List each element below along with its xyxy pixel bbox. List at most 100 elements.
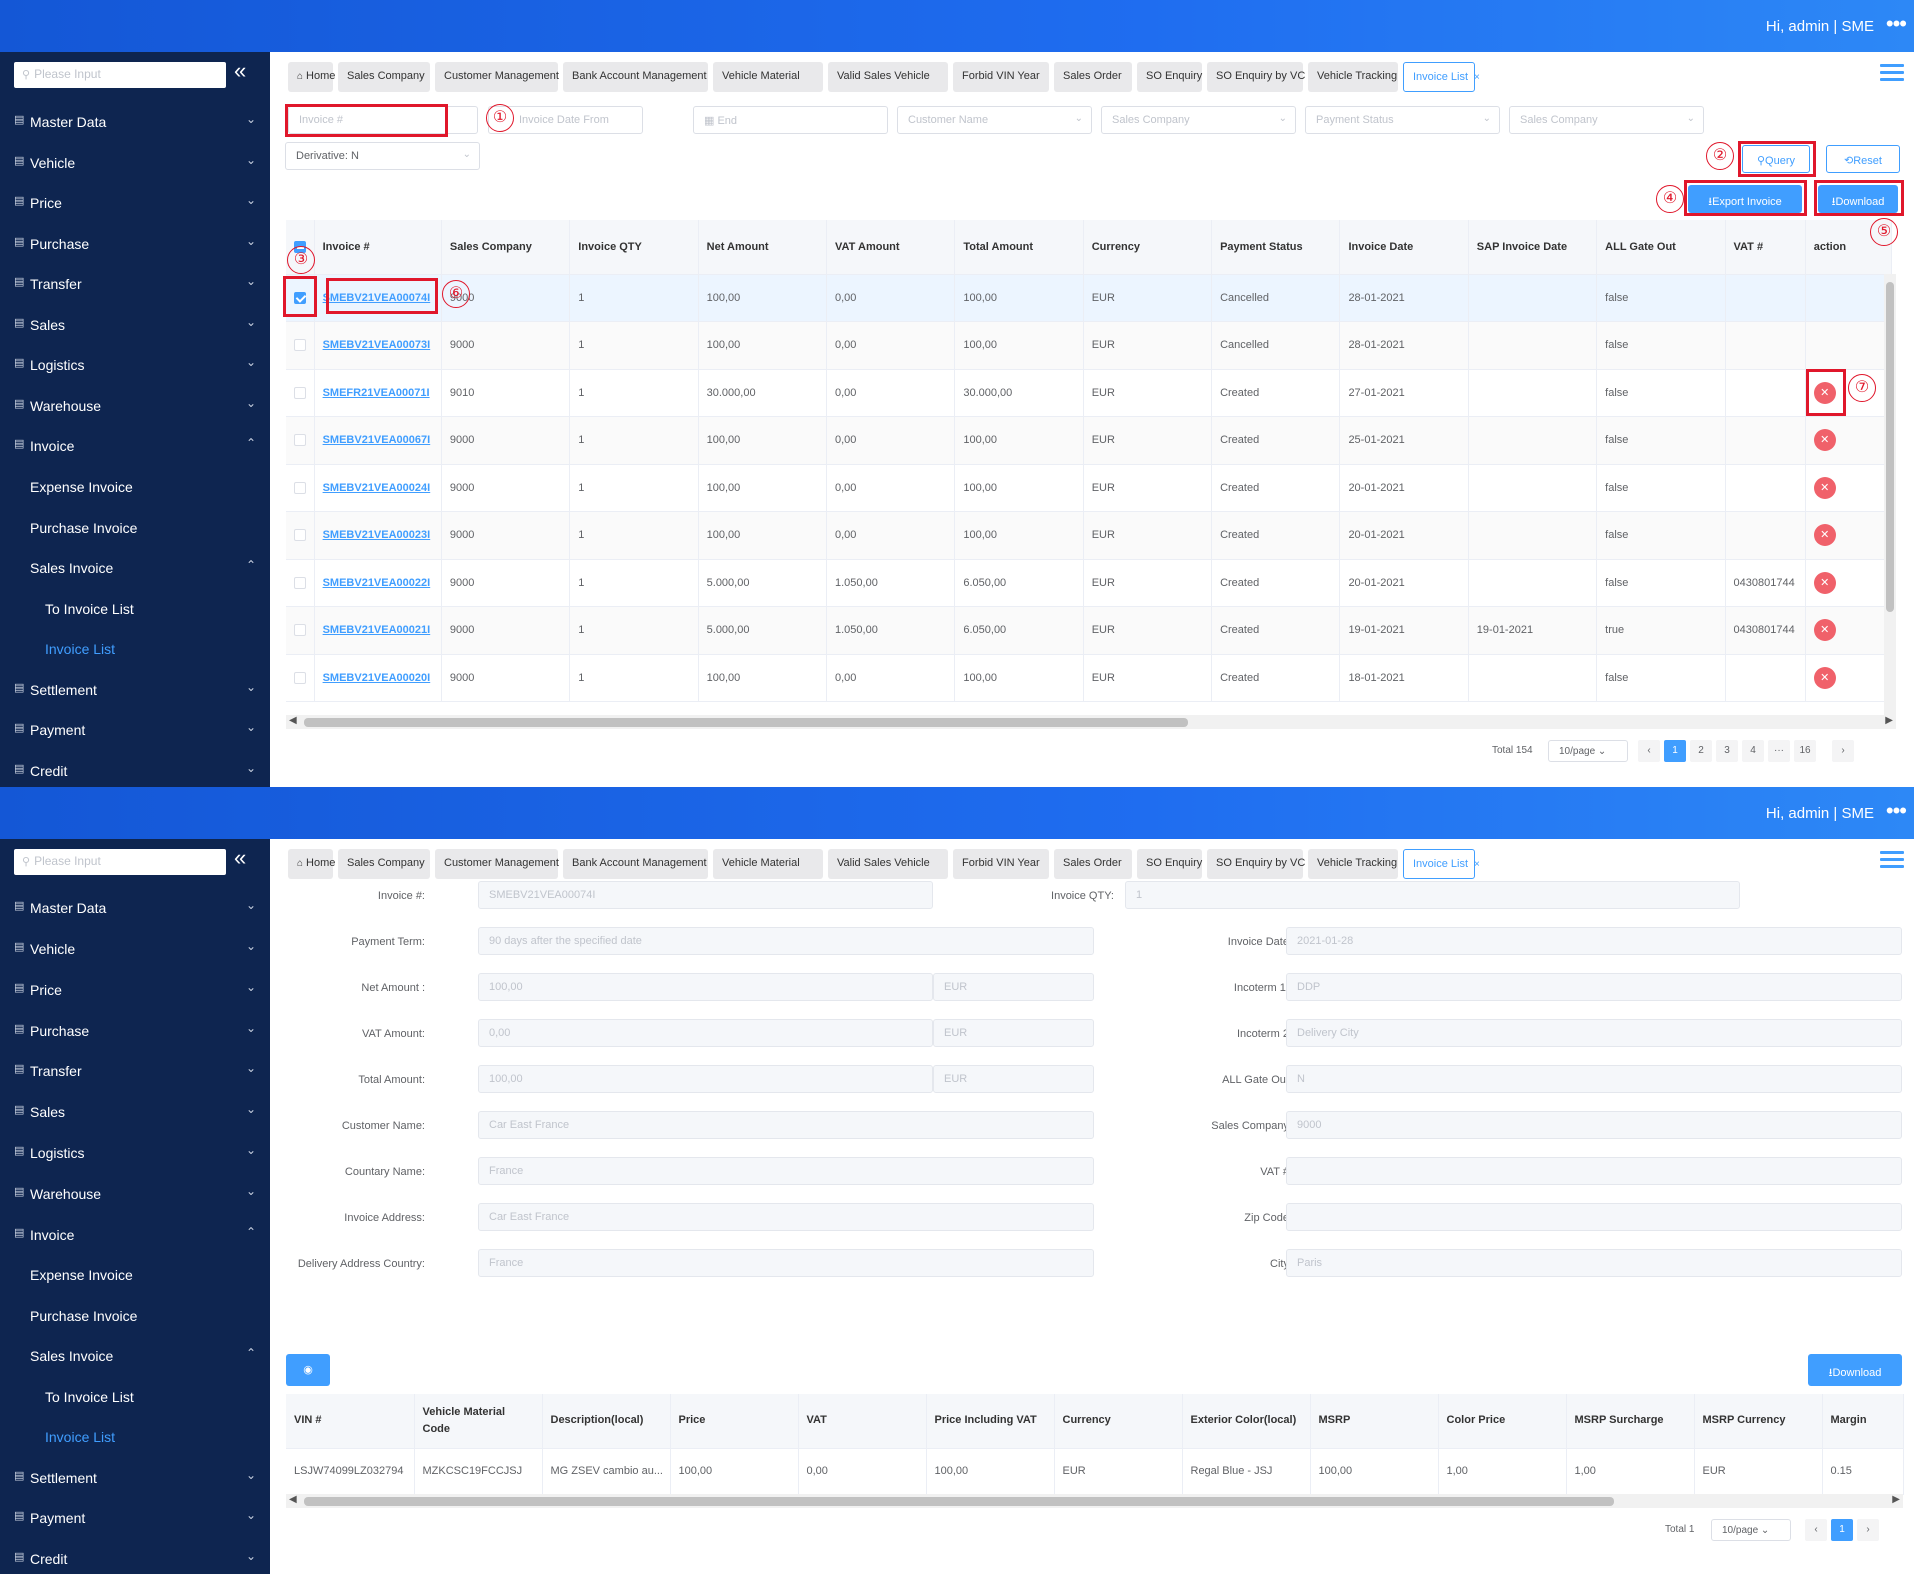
field-input[interactable]: SMEBV21VEA00074I [478,881,933,909]
tab-so-enquiry[interactable]: SO Enquiry [1137,62,1202,92]
table-row[interactable]: SMEBV21VEA00074I 9000 1 100,00 0,00 100,00 EUR… [286,274,1893,322]
sidebar-item-payment[interactable]: ▤ Payment ⌄ [0,1498,270,1538]
row-checkbox[interactable] [294,291,306,304]
sidebar-item-invoice[interactable]: ▤ Invoice ⌃ [0,426,270,466]
ellipsis-icon[interactable]: ••• [1886,11,1907,37]
invoice-number-link[interactable]: SMEFR21VEA00071I [323,387,430,399]
field-input[interactable]: 1 [1125,881,1740,909]
sidebar-item-warehouse[interactable]: ▤ Warehouse ⌄ [0,386,270,426]
sidebar-item-invoice-list[interactable]: Invoice List [0,1417,270,1457]
page-button[interactable]: 2 [1690,740,1712,762]
tab-customer-management[interactable]: Customer Management [435,62,559,92]
page-size-select[interactable]: 10/page ⌄ [1711,1519,1791,1541]
cancel-invoice-button[interactable]: ✕ [1813,381,1836,404]
sidebar-search-input[interactable]: ⚲ Please Input [14,62,226,88]
invoice-number-link[interactable]: SMEBV21VEA00074I [323,292,431,304]
tab-home[interactable]: ⌂ Home [288,62,335,92]
tab-valid-sales-vehicle[interactable]: Valid Sales Vehicle [828,849,948,879]
sidebar-item-vehicle[interactable]: ▤ Vehicle ⌄ [0,929,270,969]
invoice-number-link[interactable]: SMEBV21VEA00024I [323,482,431,494]
sidebar-item-purchase-invoice[interactable]: Purchase Invoice [0,1296,270,1336]
sidebar-item-sales-invoice[interactable]: Sales Invoice ⌃ [0,548,270,588]
sidebar-item-to-invoice-list[interactable]: To Invoice List [0,1377,270,1417]
scroll-right-icon[interactable]: ▶ [1885,715,1893,726]
row-checkbox[interactable] [294,529,306,542]
page-button[interactable]: 3 [1716,740,1738,762]
sidebar-search-input[interactable]: ⚲ Please Input [14,849,226,875]
field-input[interactable]: 100,00 [478,1065,933,1093]
field-input[interactable]: N [1286,1065,1902,1093]
invoice-number-link[interactable]: SMEBV21VEA00021I [323,624,431,636]
row-checkbox[interactable] [294,671,306,684]
field-input[interactable]: France [478,1157,1094,1185]
tab-sales-order[interactable]: Sales Order [1054,62,1132,92]
scroll-left-icon[interactable]: ◀ [289,715,297,726]
tab-so-enquiry-by-vc[interactable]: SO Enquiry by VC [1207,849,1305,879]
table-vertical-scrollbar[interactable] [1884,274,1896,716]
collapse-sidebar-icon[interactable]: « [234,58,246,84]
currency-field[interactable]: EUR [933,1065,1094,1093]
tab-home[interactable]: ⌂ Home [288,849,335,879]
tab-forbid-vin-year[interactable]: Forbid VIN Year [953,849,1049,879]
tab-vehicle-material[interactable]: Vehicle Material [713,849,823,879]
sidebar-item-payment[interactable]: ▤ Payment ⌄ [0,710,270,750]
invoice-date-end-input[interactable]: ▦ End [693,106,888,134]
export-invoice-button[interactable]: ⭳Export Invoice [1688,185,1802,213]
invoice-number-link[interactable]: SMEBV21VEA00073I [323,339,431,351]
prev-page-button[interactable]: ‹ [1805,1519,1827,1541]
user-greeting[interactable]: Hi, admin | SME [1766,805,1874,822]
row-checkbox[interactable] [294,576,306,589]
table-row[interactable]: SMEBV21VEA00023I 9000 1 100,00 0,00 100,00 EUR… [286,511,1893,560]
sales-company-select-2[interactable]: Sales Company ⌄ [1509,106,1704,134]
next-page-button[interactable]: › [1832,740,1854,762]
reset-button[interactable]: ⟲Reset [1826,145,1900,173]
list-menu-icon[interactable] [1880,851,1904,871]
field-input[interactable]: 9000 [1286,1111,1902,1139]
payment-status-select[interactable]: Payment Status ⌄ [1305,106,1500,134]
download-button[interactable]: ⭳Download [1808,1354,1902,1386]
table-row[interactable]: SMEBV21VEA00022I 9000 1 5.000,00 1.050,00 6.0… [286,559,1893,607]
cancel-invoice-button[interactable]: ✕ [1813,666,1836,689]
currency-field[interactable]: EUR [933,1019,1094,1047]
collapse-sidebar-icon[interactable]: « [234,845,246,871]
tab-bank-account-management[interactable]: Bank Account Management [563,849,708,879]
close-tab-icon[interactable]: × [1474,72,1480,83]
scroll-right-icon[interactable]: ▶ [1892,1494,1900,1505]
sidebar-item-vehicle[interactable]: ▤ Vehicle ⌄ [0,143,270,183]
page-button[interactable]: 16 [1794,740,1816,762]
page-button[interactable]: 1 [1831,1519,1853,1541]
sidebar-item-price[interactable]: ▤ Price ⌄ [0,183,270,223]
invoice-number-input[interactable]: Invoice # [288,106,478,134]
tab-sales-company[interactable]: Sales Company [338,849,430,879]
sales-company-select[interactable]: Sales Company ⌄ [1101,106,1296,134]
sidebar-item-warehouse[interactable]: ▤ Warehouse ⌄ [0,1174,270,1214]
currency-field[interactable]: EUR [933,973,1094,1001]
sidebar-item-master-data[interactable]: ▤ Master Data ⌄ [0,102,270,142]
cancel-invoice-button[interactable]: ✕ [1813,619,1836,642]
row-checkbox[interactable] [294,339,306,352]
field-input[interactable]: Car East France [478,1111,1094,1139]
field-input[interactable] [1286,1157,1902,1185]
field-input[interactable]: Delivery City [1286,1019,1902,1047]
table-row[interactable]: SMEBV21VEA00067I 9000 1 100,00 0,00 100,00 EUR… [286,416,1893,465]
sidebar-item-invoice-list[interactable]: Invoice List [0,629,270,669]
tab-valid-sales-vehicle[interactable]: Valid Sales Vehicle [828,62,948,92]
list-menu-icon[interactable] [1880,64,1904,84]
tab-customer-management[interactable]: Customer Management [435,849,559,879]
sidebar-item-settlement[interactable]: ▤ Settlement ⌄ [0,670,270,710]
sidebar-item-sales-invoice[interactable]: Sales Invoice ⌃ [0,1336,270,1376]
page-button[interactable]: 1 [1664,740,1686,762]
sidebar-item-to-invoice-list[interactable]: To Invoice List [0,589,270,629]
table-row[interactable]: LSJW74099LZ032794 MZKCSC19FCCJSJ MG ZSEV c… [286,1448,1904,1495]
table-horizontal-scrollbar[interactable]: ◀ ▶ [286,715,1896,729]
field-input[interactable]: 90 days after the specified date [478,927,1094,955]
sidebar-item-expense-invoice[interactable]: Expense Invoice [0,467,270,507]
field-input[interactable] [1286,1203,1902,1231]
next-page-button[interactable]: › [1857,1519,1879,1541]
row-checkbox[interactable] [294,624,306,637]
sidebar-item-credit[interactable]: ▤ Credit ⌄ [0,1539,270,1574]
customer-name-select[interactable]: Customer Name ⌄ [897,106,1092,134]
ellipsis-icon[interactable]: ••• [1886,798,1907,824]
tab-so-enquiry-by-vc[interactable]: SO Enquiry by VC [1207,62,1305,92]
sidebar-item-settlement[interactable]: ▤ Settlement ⌄ [0,1458,270,1498]
